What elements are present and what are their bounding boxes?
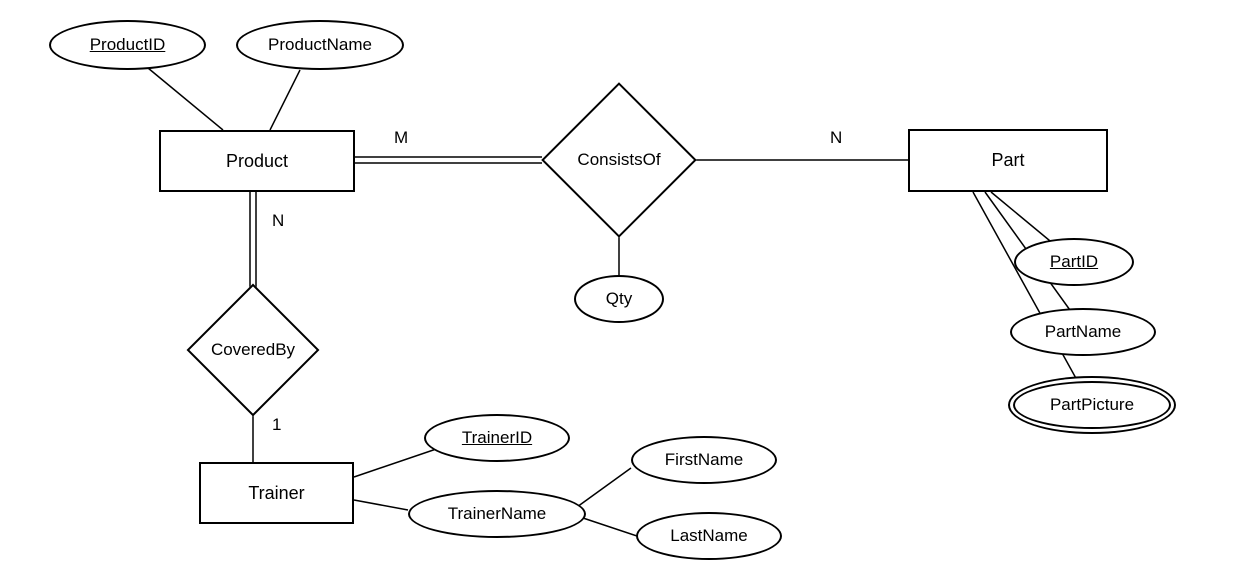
attribute-label: ProductName <box>268 35 372 55</box>
attribute-label: PartName <box>1045 322 1122 342</box>
entity-label: Product <box>226 151 288 172</box>
relationship-label: CoveredBy <box>211 340 295 360</box>
cardinality-product-covered: N <box>272 211 284 231</box>
cardinality-part-consists: N <box>830 128 842 148</box>
attribute-label: FirstName <box>665 450 743 470</box>
attribute-part-id: PartID <box>1014 238 1134 286</box>
attribute-qty: Qty <box>574 275 664 323</box>
cardinality-product-consists: M <box>394 128 408 148</box>
cardinality-trainer-covered: 1 <box>272 415 281 435</box>
entity-product: Product <box>159 130 355 192</box>
attribute-label: PartPicture <box>1050 395 1134 415</box>
attribute-label: PartID <box>1050 252 1098 272</box>
relationship-label: ConsistsOf <box>577 150 660 170</box>
relationship-covered-by: CoveredBy <box>206 303 300 397</box>
attribute-product-id: ProductID <box>49 20 206 70</box>
er-diagram: ProductID ProductName Product M Consists… <box>0 0 1240 586</box>
attribute-label: LastName <box>670 526 747 546</box>
attribute-part-name: PartName <box>1010 308 1156 356</box>
attribute-part-picture: PartPicture <box>1013 381 1171 429</box>
attribute-label: TrainerID <box>462 428 532 448</box>
relationship-consists-of: ConsistsOf <box>564 105 674 215</box>
entity-part: Part <box>908 129 1108 192</box>
entity-label: Trainer <box>248 483 304 504</box>
entity-label: Part <box>991 150 1024 171</box>
attribute-product-name: ProductName <box>236 20 404 70</box>
entity-trainer: Trainer <box>199 462 354 524</box>
attribute-trainer-id: TrainerID <box>424 414 570 462</box>
attribute-trainer-name: TrainerName <box>408 490 586 538</box>
attribute-label: Qty <box>606 289 632 309</box>
attribute-first-name: FirstName <box>631 436 777 484</box>
attribute-label: TrainerName <box>448 504 547 524</box>
attribute-last-name: LastName <box>636 512 782 560</box>
attribute-label: ProductID <box>90 35 166 55</box>
